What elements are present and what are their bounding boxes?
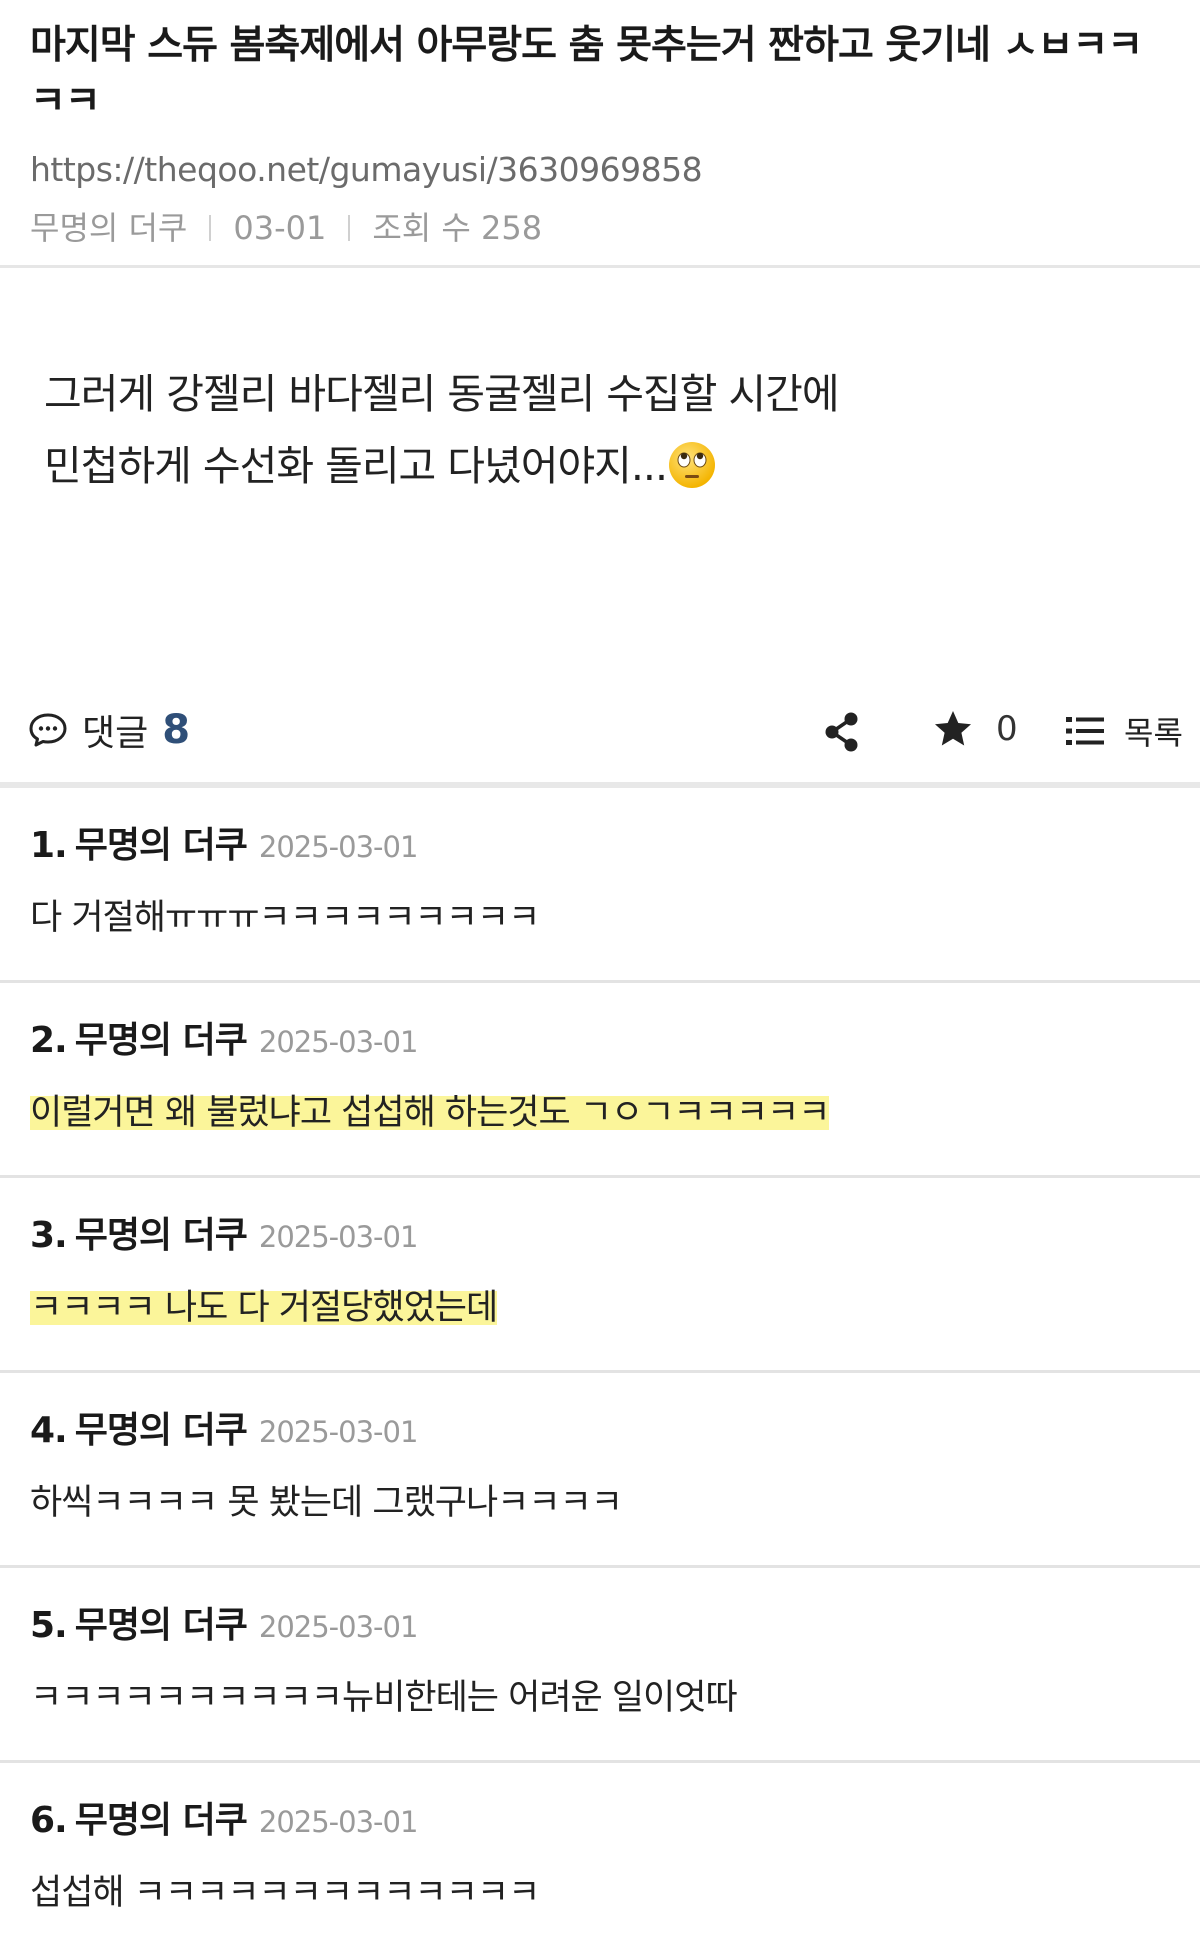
- comment-header: 1. 무명의 더쿠 2025-03-01: [30, 822, 1170, 871]
- post-body-line: 그러게 강젤리 바다젤리 동굴젤리 수집할 시간에: [44, 370, 840, 418]
- post-header: 마지막 스듀 봄축제에서 아무랑도 춤 못추는거 짠하고 웃기네 ㅅㅂㅋㅋㅋㅋ …: [0, 0, 1200, 268]
- list-label: 목록: [1124, 714, 1183, 752]
- comment-text: 다 거절해ㅠㅠㅠㅋㅋㅋㅋㅋㅋㅋㅋㅋ: [30, 898, 540, 938]
- comment-author[interactable]: 무명의 더쿠: [75, 822, 248, 870]
- comment-date: 2025-03-01: [258, 1220, 419, 1254]
- comment-item: 1. 무명의 더쿠 2025-03-01 다 거절해ㅠㅠㅠㅋㅋㅋㅋㅋㅋㅋㅋㅋ: [0, 788, 1200, 983]
- comment-header: 5. 무명의 더쿠 2025-03-01: [30, 1602, 1170, 1651]
- star-count: 0: [996, 709, 1018, 749]
- comment-author[interactable]: 무명의 더쿠: [75, 1212, 248, 1260]
- post-title: 마지막 스듀 봄축제에서 아무랑도 춤 못추는거 짠하고 웃기네 ㅅㅂㅋㅋㅋㅋ: [30, 23, 1143, 124]
- comment-author[interactable]: 무명의 더쿠: [75, 1602, 248, 1650]
- post-body: 그러게 강젤리 바다젤리 동굴젤리 수집할 시간에 민첩하게 수선화 돌리고 다…: [0, 268, 1200, 678]
- comment-author[interactable]: 무명의 더쿠: [75, 1797, 248, 1845]
- post-url-link[interactable]: https://theqoo.net/gumayusi/3630969858: [30, 148, 1170, 192]
- post-body-text: 민첩하게 수선화 돌리고 다녔어야지...: [44, 442, 668, 490]
- comment-item: 5. 무명의 더쿠 2025-03-01 ㅋㅋㅋㅋㅋㅋㅋㅋㅋㅋ뉴비한테는 어려운…: [0, 1568, 1200, 1763]
- speech-bubble-icon: [29, 713, 67, 747]
- comment-text: 하씩ㅋㅋㅋㅋ 못 봤는데 그랬구나ㅋㅋㅋㅋ: [30, 1483, 623, 1523]
- comment-list: 1. 무명의 더쿠 2025-03-01 다 거절해ㅠㅠㅠㅋㅋㅋㅋㅋㅋㅋㅋㅋ 2…: [0, 788, 1200, 1940]
- post-date: 03-01: [233, 209, 327, 247]
- post-meta: 무명의 더쿠 03-01 조회 수 258: [30, 206, 1170, 250]
- comment-number: 6.: [30, 1800, 68, 1841]
- post-author: 무명의 더쿠: [30, 209, 188, 247]
- comment-header: 4. 무명의 더쿠 2025-03-01: [30, 1407, 1170, 1456]
- comment-author[interactable]: 무명의 더쿠: [75, 1407, 248, 1455]
- comment-text: 이럴거면 왜 불렀냐고 섭섭해 하는것도 ㄱㅇㄱㅋㅋㅋㅋㅋ: [30, 1093, 830, 1133]
- star-icon: [935, 711, 971, 746]
- comment-item: 3. 무명의 더쿠 2025-03-01 ㅋㅋㅋㅋ 나도 다 거절당했었는데: [0, 1178, 1200, 1373]
- comment-count: 8: [162, 707, 191, 753]
- comment-date: 2025-03-01: [258, 1805, 419, 1839]
- comment-text: ㅋㅋㅋㅋㅋㅋㅋㅋㅋㅋ뉴비한테는 어려운 일이엇따: [30, 1678, 738, 1718]
- comment-label: 댓글: [82, 713, 149, 754]
- comment-number: 4.: [30, 1410, 68, 1451]
- comment-text: ㅋㅋㅋㅋ 나도 다 거절당했었는데: [30, 1288, 498, 1328]
- post-views: 조회 수 258: [372, 209, 543, 247]
- comment-date: 2025-03-01: [258, 1025, 419, 1059]
- comment-date: 2025-03-01: [258, 1610, 419, 1644]
- meta-divider: [348, 215, 351, 241]
- share-icon: [825, 712, 858, 752]
- comment-item: 4. 무명의 더쿠 2025-03-01 하씩ㅋㅋㅋㅋ 못 봤는데 그랬구나ㅋㅋ…: [0, 1373, 1200, 1568]
- post-page: 마지막 스듀 봄축제에서 아무랑도 춤 못추는거 짠하고 웃기네 ㅅㅂㅋㅋㅋㅋ …: [0, 0, 1200, 1940]
- share-button[interactable]: [820, 710, 864, 754]
- list-icon: [1066, 717, 1104, 745]
- comment-text-wrap: 섭섭해 ㅋㅋㅋㅋㅋㅋㅋㅋㅋㅋㅋㅋㅋ: [30, 1868, 1170, 1918]
- list-button[interactable]: 목록: [1066, 708, 1183, 754]
- comment-author[interactable]: 무명의 더쿠: [75, 1017, 248, 1065]
- comment-text-wrap: ㅋㅋㅋㅋㅋㅋㅋㅋㅋㅋ뉴비한테는 어려운 일이엇따: [30, 1673, 1170, 1723]
- comment-header: 6. 무명의 더쿠 2025-03-01: [30, 1797, 1170, 1846]
- comment-text-wrap: ㅋㅋㅋㅋ 나도 다 거절당했었는데: [30, 1283, 1170, 1333]
- comment-text-wrap: 다 거절해ㅠㅠㅠㅋㅋㅋㅋㅋㅋㅋㅋㅋ: [30, 893, 1170, 943]
- rolling-eyes-emoji-icon: [669, 442, 715, 488]
- comment-number: 5.: [30, 1605, 68, 1646]
- comment-number: 3.: [30, 1215, 68, 1256]
- comment-header: 2. 무명의 더쿠 2025-03-01: [30, 1017, 1170, 1066]
- comment-item: 6. 무명의 더쿠 2025-03-01 섭섭해 ㅋㅋㅋㅋㅋㅋㅋㅋㅋㅋㅋㅋㅋ: [0, 1763, 1200, 1940]
- comment-text-wrap: 이럴거면 왜 불렀냐고 섭섭해 하는것도 ㄱㅇㄱㅋㅋㅋㅋㅋ: [30, 1088, 1170, 1138]
- comment-date: 2025-03-01: [258, 1415, 419, 1449]
- comment-text-wrap: 하씩ㅋㅋㅋㅋ 못 봤는데 그랬구나ㅋㅋㅋㅋ: [30, 1478, 1170, 1528]
- comment-date: 2025-03-01: [258, 830, 419, 864]
- meta-divider: [209, 215, 212, 241]
- star-button[interactable]: 0: [932, 708, 1018, 750]
- comment-text: 섭섭해 ㅋㅋㅋㅋㅋㅋㅋㅋㅋㅋㅋㅋㅋ: [30, 1873, 540, 1913]
- comment-count-button[interactable]: 댓글 8: [28, 704, 190, 756]
- post-body-line: 민첩하게 수선화 돌리고 다녔어야지...: [44, 430, 1156, 502]
- comment-header: 3. 무명의 더쿠 2025-03-01: [30, 1212, 1170, 1261]
- comment-number: 2.: [30, 1020, 68, 1061]
- comment-number: 1.: [30, 825, 68, 866]
- comment-item: 2. 무명의 더쿠 2025-03-01 이럴거면 왜 불렀냐고 섭섭해 하는것…: [0, 983, 1200, 1178]
- post-actions-bar: 댓글 8 0 목록: [0, 678, 1200, 788]
